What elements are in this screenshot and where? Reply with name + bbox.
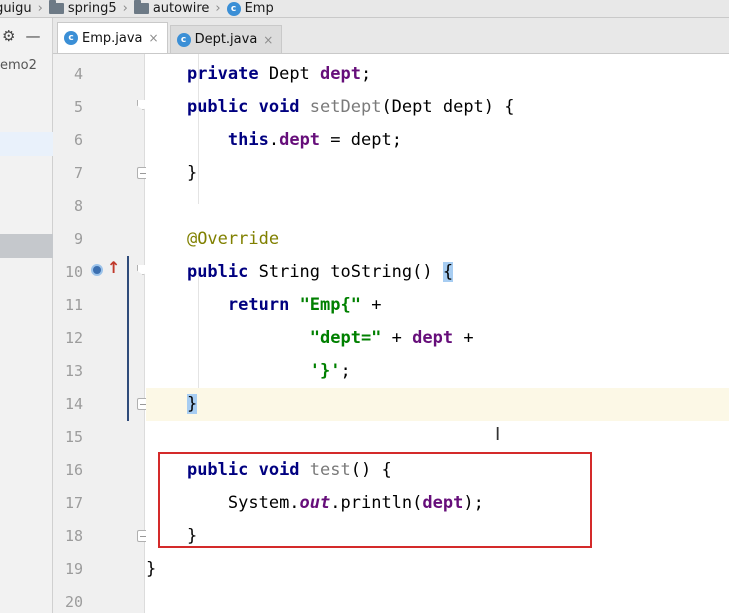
tab-dept-java[interactable]: c Dept.java × xyxy=(169,25,283,53)
code-line-4: private Dept dept; xyxy=(186,64,372,84)
highlight-annotation-box xyxy=(158,452,592,548)
up-arrow-icon[interactable]: ↑ xyxy=(107,260,120,276)
code-line-12: "dept=" + dept + xyxy=(309,328,474,348)
line-number: 15 xyxy=(64,428,83,446)
breadcrumb-item-emp[interactable]: c Emp xyxy=(226,1,274,16)
breadcrumb-separator: › xyxy=(215,1,221,16)
mouse-text-cursor-icon: I xyxy=(495,424,501,445)
line-number: 8 xyxy=(73,197,83,215)
code-line-11: return "Emp{" + xyxy=(227,295,382,315)
editor-gutter[interactable]: 4 5 6 7 8 9 10 11 12 13 14 15 16 17 18 1… xyxy=(53,54,149,613)
tab-emp-java[interactable]: c Emp.java × xyxy=(57,22,168,53)
line-number: 10 xyxy=(64,263,83,281)
collapse-icon[interactable]: — xyxy=(25,27,40,45)
breadcrumb-item-autowire[interactable]: autowire xyxy=(133,0,209,16)
folder-icon xyxy=(48,0,64,14)
project-tree-row-selected[interactable] xyxy=(0,234,53,258)
line-number: 18 xyxy=(64,527,83,545)
line-number: 4 xyxy=(73,65,83,83)
breadcrumb-item-spring5[interactable]: spring5 xyxy=(48,0,117,16)
code-line-10: public String toString() { xyxy=(186,262,454,282)
code-line-9: @Override xyxy=(186,229,280,249)
class-icon: c xyxy=(176,32,191,47)
line-number: 19 xyxy=(64,560,83,578)
line-number: 14 xyxy=(64,395,83,413)
project-panel-toolbar: ⚙ — xyxy=(0,18,52,54)
close-icon[interactable]: × xyxy=(149,31,159,45)
override-method-icon[interactable] xyxy=(91,264,103,276)
project-tree-item[interactable]: emo2 xyxy=(0,58,37,73)
line-number: 7 xyxy=(73,164,83,182)
tab-label: Emp.java xyxy=(82,30,143,46)
project-tree-row-highlight[interactable] xyxy=(0,132,53,156)
code-line-6: this.dept = dept; xyxy=(227,130,402,150)
code-line-14-current: } xyxy=(146,388,729,421)
line-number: 5 xyxy=(73,98,83,116)
class-icon: c xyxy=(226,1,241,16)
editor-tabs: c Emp.java × c Dept.java × xyxy=(53,18,729,54)
folder-icon xyxy=(133,0,149,14)
breadcrumb-item-atguigu[interactable]: atguigu xyxy=(0,1,32,16)
gear-icon[interactable]: ⚙ xyxy=(2,27,15,45)
tab-label: Dept.java xyxy=(194,32,258,47)
project-panel: ⚙ — emo2 xyxy=(0,18,53,613)
line-number: 9 xyxy=(73,230,83,248)
line-number: 11 xyxy=(64,296,83,314)
scope-guide xyxy=(127,256,129,421)
breadcrumb-separator: › xyxy=(122,1,128,16)
line-number: 13 xyxy=(64,362,83,380)
code-line-7: } xyxy=(186,163,198,183)
class-icon: c xyxy=(64,31,78,45)
code-line-13: '}'; xyxy=(309,361,351,381)
line-number: 17 xyxy=(64,494,83,512)
breadcrumb-separator: › xyxy=(37,1,43,16)
code-line-19: } xyxy=(146,559,157,579)
close-icon[interactable]: × xyxy=(263,33,273,47)
line-number: 16 xyxy=(64,461,83,479)
line-number: 20 xyxy=(64,593,83,611)
code-line-5: public void setDept(Dept dept) { xyxy=(186,97,515,117)
line-number: 12 xyxy=(64,329,83,347)
line-number: 6 xyxy=(73,131,83,149)
breadcrumb: atguigu › spring5 › autowire › c Emp xyxy=(0,0,729,18)
